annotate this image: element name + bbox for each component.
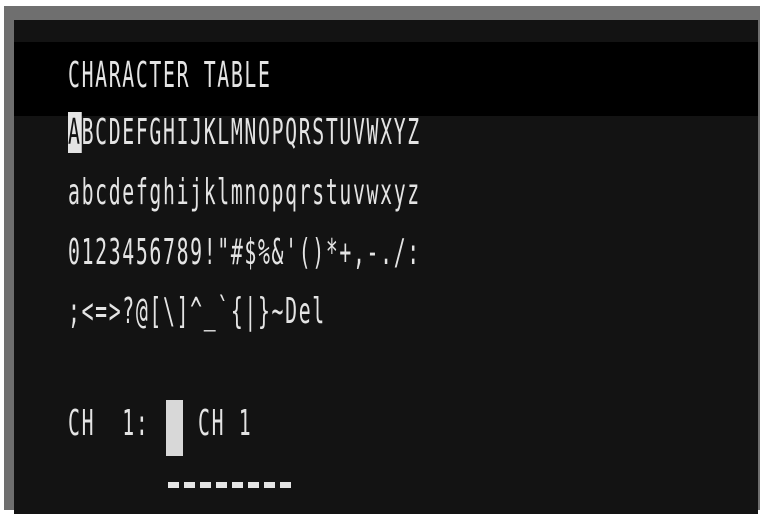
- symbols-row[interactable]: ;<=>?@[\]^_`{|}~Del: [68, 292, 326, 332]
- lowercase-row[interactable]: abcdefghijklmnopqrstuvwxyz: [68, 173, 421, 213]
- monitor-bezel: CHARACTER TABLE ABCDEFGHIJKLMNOPQRSTUVWX…: [4, 6, 760, 514]
- crt-screen: CHARACTER TABLE ABCDEFGHIJKLMNOPQRSTUVWX…: [14, 20, 758, 514]
- uppercase-characters[interactable]: BCDEFGHIJKLMNOPQRSTUVWXYZ: [82, 112, 421, 153]
- uppercase-row: ABCDEFGHIJKLMNOPQRSTUVWXYZ: [68, 112, 421, 153]
- dashed-underline: [168, 482, 294, 488]
- edit-cursor-block[interactable]: [166, 400, 183, 456]
- channel-label-right: CH 1: [198, 403, 253, 444]
- selected-character[interactable]: A: [68, 112, 82, 153]
- screen-title: CHARACTER TABLE: [68, 55, 272, 96]
- channel-label-left: CH 1:: [68, 403, 150, 444]
- digits-symbols-row[interactable]: 0123456789!"#$%&'()*+,-./:: [68, 233, 421, 273]
